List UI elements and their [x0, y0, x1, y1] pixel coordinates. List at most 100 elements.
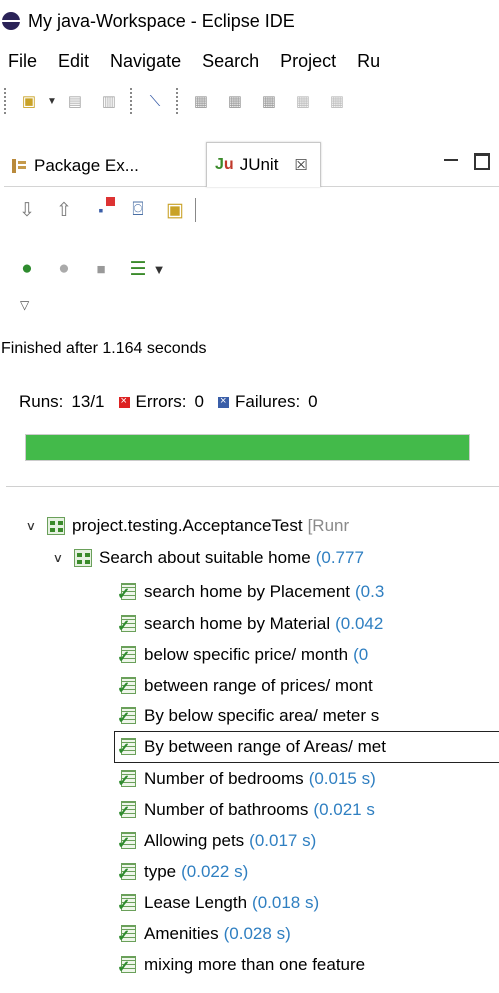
test-passed-icon: ✓: [117, 800, 137, 821]
junit-toolbar-secondary: ● ● ■ ☰ ▼: [16, 249, 179, 289]
runs-value: 13/1: [71, 392, 105, 411]
test-label: Number of bathrooms: [144, 800, 309, 819]
rerun-test-icon[interactable]: ●: [16, 258, 38, 280]
view-tab-bar: Package Ex... Ju JUnit ☒: [4, 142, 499, 187]
test-time: (0.015 s): [308, 769, 376, 788]
test-passed-icon: ✓: [117, 924, 137, 945]
test-row[interactable]: ✓ search home by Material (0.042: [117, 608, 383, 640]
save-all-icon[interactable]: ▥: [99, 91, 119, 111]
test-suite-icon: [47, 517, 65, 535]
failures-label: Failures:: [234, 392, 301, 411]
build-icon[interactable]: ▦: [191, 91, 211, 111]
window-title: My java-Workspace - Eclipse IDE: [28, 10, 295, 31]
view-menu-icon[interactable]: ▽: [20, 298, 29, 312]
toolbar-grip[interactable]: [130, 88, 132, 114]
test-label: Number of bedrooms: [144, 769, 304, 788]
test-counters: Runs: 13/1 Errors: 0 Failures: 0: [19, 392, 332, 412]
tree-root-suffix: [Runr: [307, 516, 350, 535]
test-label: Allowing pets: [144, 831, 245, 850]
error-icon: [118, 395, 130, 408]
toolbar-separator: [195, 198, 196, 222]
test-time: (0: [353, 645, 369, 664]
chevron-down-icon[interactable]: ∨: [53, 551, 70, 565]
test-label: between range of prices/ mont: [144, 676, 373, 695]
build-icon[interactable]: ▦: [293, 91, 313, 111]
test-time: (0.042: [335, 614, 384, 633]
menu-edit[interactable]: Edit: [58, 51, 89, 72]
test-row[interactable]: ✓ Number of bathrooms (0.021 s: [117, 794, 375, 826]
test-time: (0.021 s: [313, 800, 375, 819]
test-label: search home by Placement: [144, 582, 350, 601]
suite-time: (0.777: [315, 548, 364, 567]
eclipse-logo-icon: [2, 12, 20, 30]
progress-fill: [26, 435, 469, 460]
test-row[interactable]: ✓ mixing more than one feature: [117, 949, 370, 981]
next-failure-icon[interactable]: ⇩: [16, 199, 38, 221]
test-label: search home by Material: [144, 614, 331, 633]
tree-root-label: project.testing.AcceptanceTest: [72, 516, 303, 535]
show-skipped-icon[interactable]: ▣: [164, 199, 186, 221]
test-row[interactable]: ✓ between range of prices/ mont: [117, 670, 378, 702]
test-row[interactable]: ✓ search home by Placement (0.3: [117, 576, 384, 608]
test-passed-icon: ✓: [117, 614, 137, 635]
save-icon[interactable]: ▤: [65, 91, 85, 111]
main-toolbar: ▣ ▼ ▤ ▥ ⟍ ▦ ▦ ▦ ▦ ▦: [0, 80, 499, 122]
menu-run[interactable]: Ru: [357, 51, 380, 72]
test-row-selected[interactable]: ✓ By between range of Areas/ met: [114, 731, 499, 763]
menu-project[interactable]: Project: [280, 51, 336, 72]
test-passed-icon: ✓: [117, 582, 137, 603]
test-time: (0.028 s): [223, 924, 291, 943]
skip-breakpoints-icon[interactable]: ⟍: [145, 91, 165, 111]
test-row[interactable]: ✓ Lease Length (0.018 s): [117, 887, 319, 919]
test-row[interactable]: ✓ below specific price/ month (0: [117, 639, 368, 671]
menu-file[interactable]: File: [8, 51, 37, 72]
maximize-icon[interactable]: [474, 153, 490, 170]
tree-suite-row[interactable]: ∨ Search about suitable home (0.777: [53, 542, 364, 574]
build-icon[interactable]: ▦: [327, 91, 347, 111]
test-row[interactable]: ✓ type (0.022 s): [117, 856, 248, 888]
test-label: By below specific area/ meter s: [144, 706, 380, 725]
test-row[interactable]: ✓ Number of bedrooms (0.015 s): [117, 763, 376, 795]
test-row[interactable]: ✓ By below specific area/ meter s: [117, 700, 384, 732]
test-label: Lease Length: [144, 893, 248, 912]
close-icon[interactable]: ☒: [294, 156, 307, 174]
test-row[interactable]: ✓ Allowing pets (0.017 s): [117, 825, 316, 857]
build-icon[interactable]: ▦: [225, 91, 245, 111]
test-passed-icon: ✓: [117, 862, 137, 883]
test-passed-icon: ✓: [117, 737, 137, 758]
test-time: (0.018 s): [252, 893, 320, 912]
errors-value: 0: [194, 392, 204, 411]
stop-icon[interactable]: ■: [90, 258, 112, 280]
history-dropdown-icon[interactable]: ▼: [153, 258, 166, 280]
sash-divider[interactable]: [6, 486, 499, 493]
test-label: mixing more than one feature: [144, 955, 366, 974]
dropdown-arrow-icon[interactable]: ▼: [47, 91, 57, 111]
scroll-lock-icon[interactable]: ⌼: [127, 199, 149, 221]
test-run-history-icon[interactable]: ☰: [127, 258, 149, 280]
menu-bar: File Edit Navigate Search Project Ru: [0, 42, 499, 80]
tree-root-row[interactable]: ∨ project.testing.AcceptanceTest [Runr: [26, 510, 350, 542]
test-suite-icon: [74, 549, 92, 567]
test-passed-icon: ✓: [117, 706, 137, 727]
test-passed-icon: ✓: [117, 831, 137, 852]
toolbar-grip[interactable]: [176, 88, 178, 114]
toolbar-grip[interactable]: [4, 88, 6, 114]
chevron-down-icon[interactable]: ∨: [26, 519, 43, 533]
test-row[interactable]: ✓ Amenities (0.028 s): [117, 918, 291, 950]
menu-search[interactable]: Search: [202, 51, 259, 72]
minimize-icon[interactable]: [444, 159, 458, 161]
junit-toolbar: ⇩ ⇧ ▪ ⌼ ▣: [16, 190, 196, 230]
tab-junit[interactable]: Ju JUnit ☒: [206, 142, 321, 187]
test-run-status: Finished after 1.164 seconds: [1, 340, 207, 357]
tab-package-explorer[interactable]: Package Ex...: [10, 146, 139, 186]
build-icon[interactable]: ▦: [259, 91, 279, 111]
new-icon[interactable]: ▣: [19, 91, 39, 111]
previous-failure-icon[interactable]: ⇧: [53, 199, 75, 221]
menu-navigate[interactable]: Navigate: [110, 51, 181, 72]
rerun-failed-first-icon[interactable]: ●: [53, 258, 75, 280]
junit-icon: Ju: [215, 156, 234, 173]
test-time: (0.3: [355, 582, 385, 601]
test-passed-icon: ✓: [117, 645, 137, 666]
suite-label: Search about suitable home: [99, 548, 311, 567]
show-failures-only-icon[interactable]: ▪: [90, 197, 115, 221]
